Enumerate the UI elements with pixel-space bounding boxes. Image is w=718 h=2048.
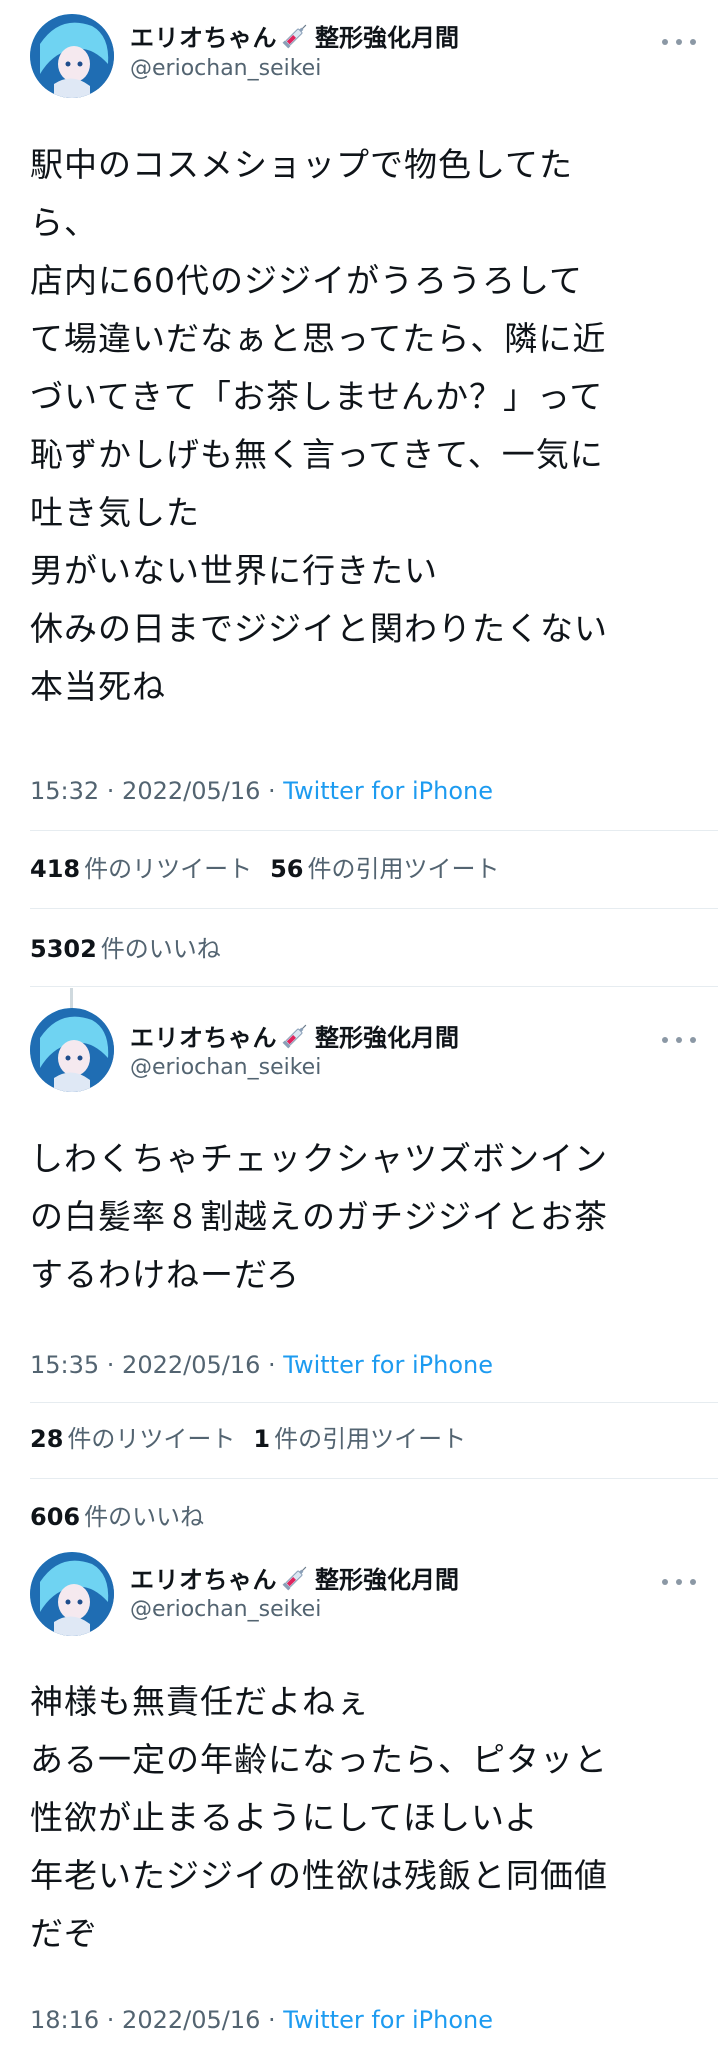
engagement-row: 28 件のリツイート 1 件の引用ツイート <box>30 1422 466 1456</box>
likes-count: 5302 <box>30 935 97 963</box>
text-line: の白髪率８割越えのガチジジイとお茶 <box>30 1197 608 1236</box>
divider <box>30 986 718 987</box>
text-line: 休みの日までジジイと関わりたくない <box>30 609 608 648</box>
divider <box>30 830 718 831</box>
client-link[interactable]: Twitter for iPhone <box>283 777 493 805</box>
text-line: しわくちゃチェックシャツズボンイン <box>30 1139 608 1178</box>
quotes-count: 56 <box>270 855 304 883</box>
likes-label: 件のいいね <box>100 935 221 963</box>
author-handle[interactable]: @eriochan_seikei <box>130 1055 321 1085</box>
author-handle[interactable]: @eriochan_seikei <box>130 56 321 86</box>
text-line: 本当死ね <box>30 667 166 706</box>
author-name-row[interactable]: エリオちゃん 整形強化月間 <box>130 18 459 52</box>
tweet-timestamp-row: 18:16 · 2022/05/16 · Twitter for iPhone <box>30 2003 493 2037</box>
timestamp[interactable]: 15:35 · 2022/05/16 · <box>30 1351 283 1379</box>
display-name[interactable]: エリオちゃん <box>130 1560 277 1595</box>
author-name-row[interactable]: エリオちゃん 整形強化月間 <box>130 1560 459 1594</box>
text-line: 駅中のコスメショップで物色してた <box>30 145 574 184</box>
likes-stat[interactable]: 5302 件のいいね <box>30 935 221 963</box>
tweet-timestamp-row: 15:32 · 2022/05/16 · Twitter for iPhone <box>30 774 493 808</box>
client-link[interactable]: Twitter for iPhone <box>283 2006 493 2034</box>
more-options-icon[interactable] <box>662 1572 696 1592</box>
likes-stat[interactable]: 606 件のいいね <box>30 1503 204 1531</box>
divider <box>30 908 718 909</box>
author-handle[interactable]: @eriochan_seikei <box>130 1597 321 1627</box>
quotes-label: 件の引用ツイート <box>274 1425 467 1453</box>
thread-connector <box>70 988 73 1008</box>
text-line: ら、 <box>30 203 98 242</box>
text-line: 性欲が止まるようにしてほしいよ <box>30 1798 539 1837</box>
tweet-text: しわくちゃチェックシャツズボンイン の白髪率８割越えのガチジジイとお茶 するわけ… <box>30 1130 690 1304</box>
more-options-icon[interactable] <box>662 32 696 52</box>
retweets-stat[interactable]: 28 件のリツイート <box>30 1425 235 1453</box>
display-name-badge: 整形強化月間 <box>315 23 459 52</box>
quotes-stat[interactable]: 1 件の引用ツイート <box>253 1425 466 1453</box>
likes-row: 606 件のいいね <box>30 1500 204 1534</box>
display-name[interactable]: エリオちゃん <box>130 1018 277 1053</box>
likes-count: 606 <box>30 1503 81 1531</box>
text-line: 店内に60代のジジイがうろうろして <box>30 261 584 300</box>
more-options-icon[interactable] <box>662 1030 696 1050</box>
text-line: て場違いだなぁと思ってたら、隣に近 <box>30 319 607 358</box>
text-line: 神様も無責任だよねぇ <box>30 1682 370 1721</box>
tweet-text: 神様も無責任だよねぇ ある一定の年齢になったら、ピタッと 性欲が止まるようにして… <box>30 1673 690 1963</box>
quotes-label: 件の引用ツイート <box>307 855 500 883</box>
syringe-icon <box>281 1562 311 1592</box>
divider <box>30 1402 718 1403</box>
text-line: ある一定の年齢になったら、ピタッと <box>30 1740 608 1779</box>
avatar[interactable] <box>30 14 114 98</box>
syringe-icon <box>281 20 311 50</box>
tweet-timestamp-row: 15:35 · 2022/05/16 · Twitter for iPhone <box>30 1348 493 1382</box>
engagement-row: 418 件のリツイート 56 件の引用ツイート <box>30 852 500 886</box>
text-line: だぞ <box>30 1914 98 1953</box>
text-line: づいてきて「お茶しませんか？」って <box>30 377 604 416</box>
timestamp[interactable]: 15:32 · 2022/05/16 · <box>30 777 283 805</box>
text-line: 年老いたジジイの性欲は残飯と同価値 <box>30 1856 608 1895</box>
retweets-count: 418 <box>30 855 81 883</box>
avatar[interactable] <box>30 1008 114 1092</box>
avatar[interactable] <box>30 1552 114 1636</box>
syringe-icon <box>281 1020 311 1050</box>
retweets-count: 28 <box>30 1425 64 1453</box>
quotes-count: 1 <box>253 1425 271 1453</box>
likes-label: 件のいいね <box>84 1503 205 1531</box>
text-line: 恥ずかしげも無く言ってきて、一気に <box>30 435 604 474</box>
tweet-text: 駅中のコスメショップで物色してた ら、 店内に60代のジジイがうろうろして て場… <box>30 136 690 716</box>
divider <box>30 1478 718 1479</box>
likes-row: 5302 件のいいね <box>30 932 221 966</box>
quotes-stat[interactable]: 56 件の引用ツイート <box>270 855 499 883</box>
text-line: 男がいない世界に行きたい <box>30 551 438 590</box>
retweets-label: 件のリツイート <box>67 1425 236 1453</box>
display-name[interactable]: エリオちゃん <box>130 18 277 53</box>
client-link[interactable]: Twitter for iPhone <box>283 1351 493 1379</box>
display-name-badge: 整形強化月間 <box>315 1565 459 1594</box>
timestamp[interactable]: 18:16 · 2022/05/16 · <box>30 2006 283 2034</box>
retweets-stat[interactable]: 418 件のリツイート <box>30 855 252 883</box>
display-name-badge: 整形強化月間 <box>315 1023 459 1052</box>
text-line: 吐き気した <box>30 493 200 532</box>
author-name-row[interactable]: エリオちゃん 整形強化月間 <box>130 1018 459 1052</box>
retweets-label: 件のリツイート <box>84 855 253 883</box>
text-line: するわけねーだろ <box>30 1255 301 1294</box>
